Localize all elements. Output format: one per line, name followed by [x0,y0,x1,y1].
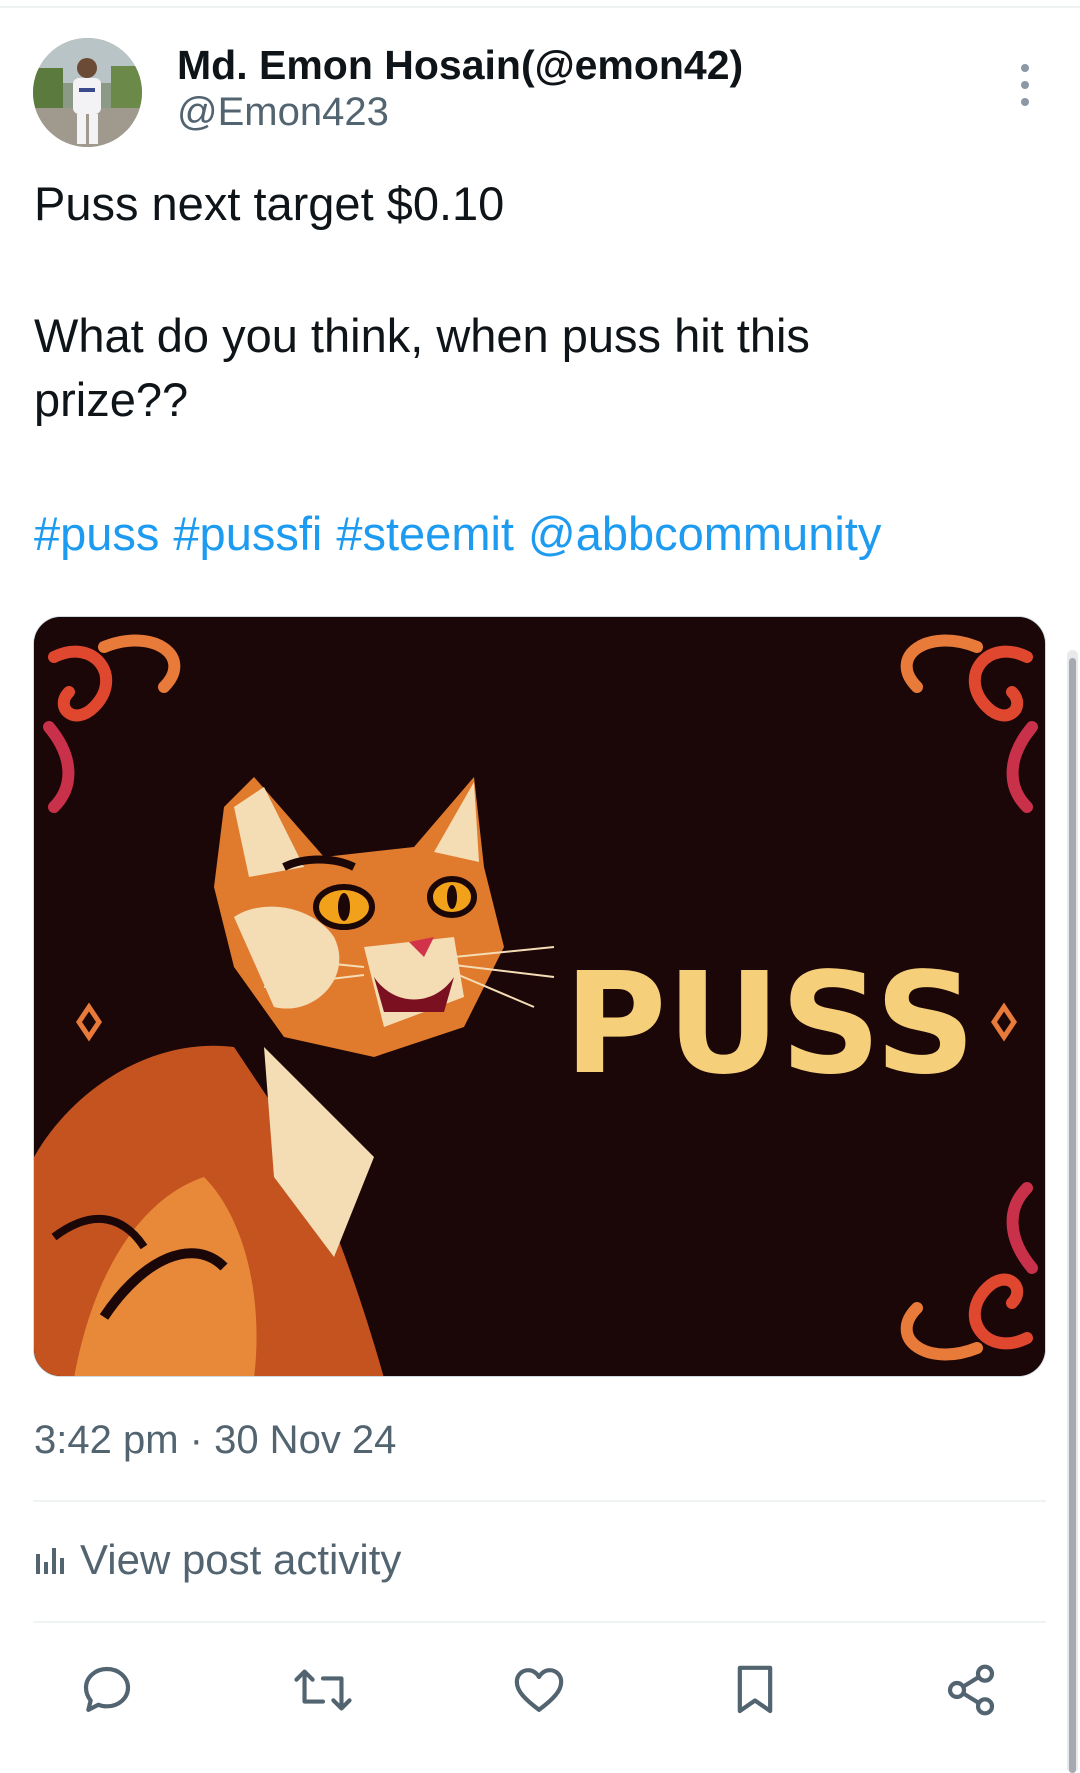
hashtag-link[interactable]: #steemit [336,507,514,560]
bookmark-button[interactable] [720,1650,790,1730]
post-hashtags: #puss #pussfi #steemit @abbcommunity [34,502,895,566]
post-text-line-1: Puss next target $0.10 [34,177,505,230]
author-handle[interactable]: @Emon423 [177,90,389,135]
avatar[interactable] [33,38,142,147]
like-icon [514,1668,564,1712]
repost-icon [294,1669,352,1711]
share-button[interactable] [936,1650,1006,1730]
view-post-activity-label: View post activity [80,1536,402,1583]
reply-button[interactable] [72,1650,142,1730]
hashtag-link[interactable]: #pussfi [173,507,322,560]
bookmark-icon [737,1665,773,1714]
post-text-line-3: prize?? [34,373,189,426]
mention-link[interactable]: @abbcommunity [528,507,881,560]
share-icon [947,1664,995,1716]
scrollbar[interactable] [1067,650,1078,1773]
post-image[interactable]: PUSS [33,616,1046,1377]
hashtag-link[interactable]: #puss [34,507,159,560]
action-bar [0,1650,1080,1730]
reply-icon [83,1666,131,1712]
top-border [0,0,1080,8]
analytics-icon [36,1548,64,1574]
view-post-activity-button[interactable]: View post activity [34,1536,401,1584]
post-timestamp[interactable]: 3:42 pm · 30 Nov 24 [34,1418,396,1463]
more-options-icon[interactable] [1007,60,1043,110]
divider [33,1621,1046,1623]
author-display-name[interactable]: Md. Emon Hosain(@emon42) [177,42,743,89]
divider [33,1500,1046,1502]
repost-button[interactable] [288,1650,358,1730]
like-button[interactable] [504,1650,574,1730]
image-title: PUSS [564,943,976,1106]
post-text-line-2: What do you think, when puss hit this [34,309,810,362]
